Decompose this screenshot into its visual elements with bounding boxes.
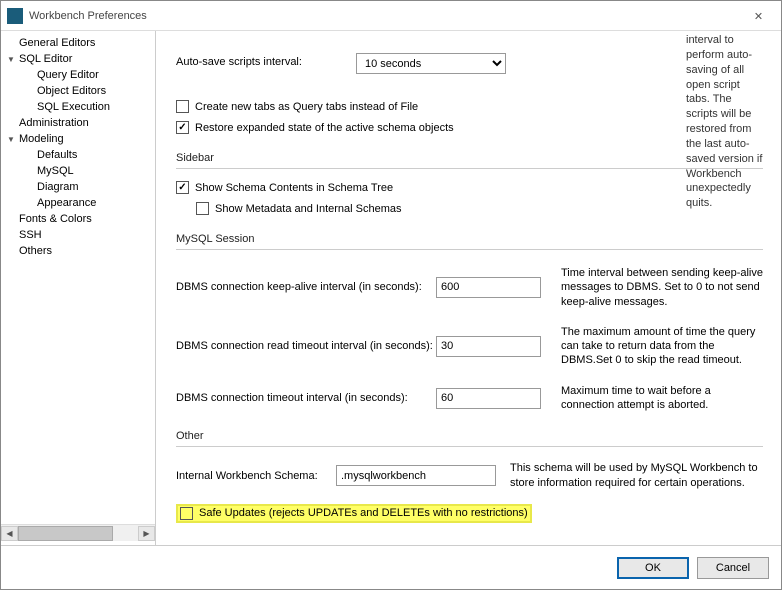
autosave-desc: interval to perform auto-saving of all o… bbox=[686, 33, 763, 211]
keepalive-desc: Time interval between sending keep-alive… bbox=[561, 266, 763, 309]
ok-button[interactable]: OK bbox=[617, 557, 689, 579]
conntimeout-desc: Maximum time to wait before a connection… bbox=[561, 384, 763, 413]
cancel-button[interactable]: Cancel bbox=[697, 557, 769, 579]
tree-item-general-editors[interactable]: General Editors bbox=[1, 35, 155, 51]
tree-item-query-editor[interactable]: Query Editor bbox=[1, 67, 155, 83]
divider bbox=[176, 446, 763, 447]
checkbox-icon[interactable] bbox=[176, 121, 189, 134]
internal-schema-row: Internal Workbench Schema: This schema w… bbox=[176, 461, 763, 490]
tree-item-object-editors[interactable]: Object Editors bbox=[1, 83, 155, 99]
keepalive-label: DBMS connection keep-alive interval (in … bbox=[176, 281, 436, 293]
scroll-thumb[interactable] bbox=[18, 526, 113, 541]
nav-sidebar: General Editors SQL Editor Query Editor … bbox=[1, 31, 156, 545]
section-other-title: Other bbox=[176, 430, 763, 442]
tree-item-defaults[interactable]: Defaults bbox=[1, 147, 155, 163]
readtimeout-label: DBMS connection read timeout interval (i… bbox=[176, 340, 436, 352]
schema-tree-checkbox-row[interactable]: Show Schema Contents in Schema Tree bbox=[176, 181, 763, 194]
keepalive-row: DBMS connection keep-alive interval (in … bbox=[176, 266, 763, 309]
autosave-label: Auto-save scripts interval: bbox=[176, 53, 356, 68]
conntimeout-label: DBMS connection timeout interval (in sec… bbox=[176, 392, 436, 404]
tree-item-appearance[interactable]: Appearance bbox=[1, 195, 155, 211]
scroll-right-icon[interactable]: ▶ bbox=[138, 526, 155, 541]
tree-item-sql-execution[interactable]: SQL Execution bbox=[1, 99, 155, 115]
tree-item-diagram[interactable]: Diagram bbox=[1, 179, 155, 195]
dialog-footer: OK Cancel bbox=[1, 545, 781, 589]
main-area: General Editors SQL Editor Query Editor … bbox=[1, 31, 781, 545]
metadata-label: Show Metadata and Internal Schemas bbox=[215, 203, 402, 215]
checkbox-icon[interactable] bbox=[176, 181, 189, 194]
close-button[interactable]: ✕ bbox=[736, 1, 781, 31]
internal-schema-desc: This schema will be used by MySQL Workbe… bbox=[510, 461, 763, 490]
keepalive-input[interactable] bbox=[436, 277, 541, 298]
tree-item-administration[interactable]: Administration bbox=[1, 115, 155, 131]
tree-item-others[interactable]: Others bbox=[1, 243, 155, 259]
restore-state-label: Restore expanded state of the active sch… bbox=[195, 122, 454, 134]
autosave-row: Auto-save scripts interval: 10 seconds bbox=[176, 53, 763, 74]
tree-item-mysql[interactable]: MySQL bbox=[1, 163, 155, 179]
tree-item-modeling[interactable]: Modeling bbox=[1, 131, 155, 147]
checkbox-icon[interactable] bbox=[176, 100, 189, 113]
readtimeout-input[interactable] bbox=[436, 336, 541, 357]
tree-item-ssh[interactable]: SSH bbox=[1, 227, 155, 243]
safe-updates-label: Safe Updates (rejects UPDATEs and DELETE… bbox=[199, 507, 528, 519]
tree-item-sql-editor[interactable]: SQL Editor bbox=[1, 51, 155, 67]
readtimeout-row: DBMS connection read timeout interval (i… bbox=[176, 325, 763, 368]
sidebar-hscroll[interactable]: ◀ ▶ bbox=[1, 524, 155, 541]
divider bbox=[176, 168, 763, 169]
divider bbox=[176, 249, 763, 250]
section-mysql-title: MySQL Session bbox=[176, 233, 763, 245]
titlebar: Workbench Preferences ✕ bbox=[1, 1, 781, 31]
close-icon: ✕ bbox=[754, 10, 763, 23]
checkbox-icon[interactable] bbox=[180, 507, 193, 520]
scroll-track[interactable] bbox=[18, 526, 138, 541]
content-pane: interval to perform auto-saving of all o… bbox=[156, 31, 781, 545]
new-tabs-label: Create new tabs as Query tabs instead of… bbox=[195, 101, 418, 113]
checkbox-icon[interactable] bbox=[196, 202, 209, 215]
metadata-checkbox-row[interactable]: Show Metadata and Internal Schemas bbox=[196, 202, 763, 215]
nav-tree: General Editors SQL Editor Query Editor … bbox=[1, 35, 155, 524]
conntimeout-input[interactable] bbox=[436, 388, 541, 409]
internal-schema-input[interactable] bbox=[336, 465, 496, 486]
window-title: Workbench Preferences bbox=[29, 10, 147, 22]
readtimeout-desc: The maximum amount of time the query can… bbox=[561, 325, 763, 368]
tree-item-fonts-colors[interactable]: Fonts & Colors bbox=[1, 211, 155, 227]
section-sidebar-title: Sidebar bbox=[176, 152, 763, 164]
autosave-select[interactable]: 10 seconds bbox=[356, 53, 506, 74]
app-icon bbox=[7, 8, 23, 24]
scroll-left-icon[interactable]: ◀ bbox=[1, 526, 18, 541]
new-tabs-checkbox-row[interactable]: Create new tabs as Query tabs instead of… bbox=[176, 100, 763, 113]
restore-state-checkbox-row[interactable]: Restore expanded state of the active sch… bbox=[176, 121, 763, 134]
conntimeout-row: DBMS connection timeout interval (in sec… bbox=[176, 384, 763, 413]
schema-tree-label: Show Schema Contents in Schema Tree bbox=[195, 182, 393, 194]
internal-schema-label: Internal Workbench Schema: bbox=[176, 470, 336, 482]
safe-updates-highlight: Safe Updates (rejects UPDATEs and DELETE… bbox=[176, 504, 532, 523]
safe-updates-checkbox-row[interactable]: Safe Updates (rejects UPDATEs and DELETE… bbox=[180, 507, 528, 520]
